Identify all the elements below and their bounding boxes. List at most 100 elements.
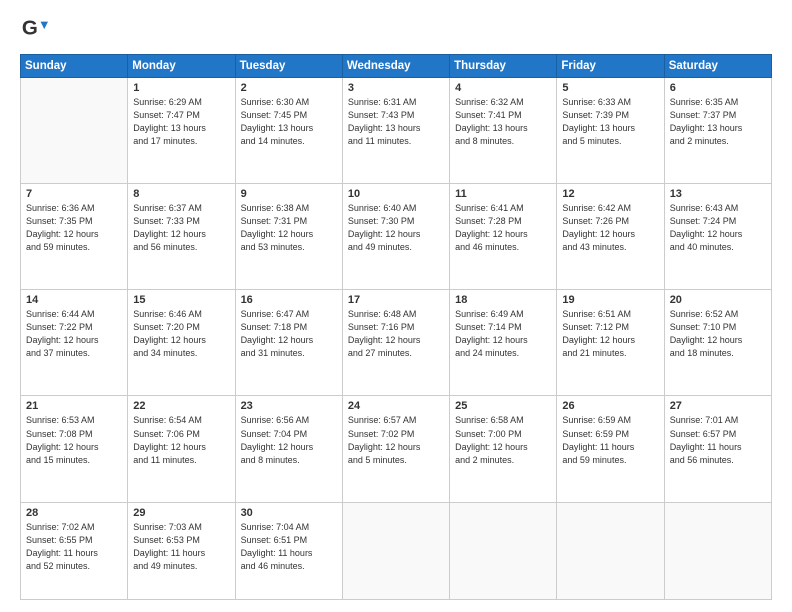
page: G SundayMondayTuesdayWednesdayThursdayFr… <box>0 0 792 612</box>
calendar-cell: 29 Sunrise: 7:03 AM Sunset: 6:53 PM Dayli… <box>128 502 235 599</box>
cell-content: Sunrise: 6:30 AM Sunset: 7:45 PM Dayligh… <box>241 96 337 148</box>
calendar-cell: 15Sunrise: 6:46 AM Sunset: 7:20 PM Dayli… <box>128 290 235 396</box>
col-header-tuesday: Tuesday <box>235 55 342 78</box>
day-number: 4 <box>455 82 551 94</box>
col-header-wednesday: Wednesday <box>342 55 449 78</box>
calendar-cell: 3 Sunrise: 6:31 AM Sunset: 7:43 PM Daylig… <box>342 78 449 184</box>
cell-content: Sunrise: 6:33 AM Sunset: 7:39 PM Dayligh… <box>562 96 658 148</box>
calendar-cell: 21 Sunrise: 6:53 AM Sunset: 7:08 PM Dayli… <box>21 396 128 502</box>
calendar-cell: 13 Sunrise: 6:43 AM Sunset: 7:24 PM Dayli… <box>664 184 771 290</box>
day-number: 29 <box>133 507 229 519</box>
col-header-sunday: Sunday <box>21 55 128 78</box>
calendar-cell: 24 Sunrise: 6:57 AM Sunset: 7:02 PM Dayli… <box>342 396 449 502</box>
calendar-header-row: SundayMondayTuesdayWednesdayThursdayFrid… <box>21 55 772 78</box>
calendar-cell: 6 Sunrise: 6:35 AM Sunset: 7:37 PM Daylig… <box>664 78 771 184</box>
day-number: 18 <box>455 294 551 306</box>
cell-content: Sunrise: 6:42 AM Sunset: 7:26 PM Dayligh… <box>562 202 658 254</box>
calendar-week-1: 1 Sunrise: 6:29 AM Sunset: 7:47 PM Daylig… <box>21 78 772 184</box>
cell-content: Sunrise: 6:49 AM Sunset: 7:14 PM Dayligh… <box>455 308 551 360</box>
cell-content: Sunrise: 6:52 AM Sunset: 7:10 PM Dayligh… <box>670 308 766 360</box>
day-number: 12 <box>562 188 658 200</box>
day-number: 22 <box>133 400 229 412</box>
calendar-cell: 19 Sunrise: 6:51 AM Sunset: 7:12 PM Dayli… <box>557 290 664 396</box>
header: G <box>20 16 772 44</box>
calendar-cell: 17Sunrise: 6:48 AM Sunset: 7:16 PM Dayli… <box>342 290 449 396</box>
calendar-cell: 25 Sunrise: 6:58 AM Sunset: 7:00 PM Dayli… <box>450 396 557 502</box>
calendar-cell <box>450 502 557 599</box>
cell-content: Sunrise: 6:36 AM Sunset: 7:35 PM Dayligh… <box>26 202 122 254</box>
cell-content: Sunrise: 6:56 AM Sunset: 7:04 PM Dayligh… <box>241 414 337 466</box>
day-number: 26 <box>562 400 658 412</box>
calendar-table: SundayMondayTuesdayWednesdayThursdayFrid… <box>20 54 772 600</box>
cell-content: Sunrise: 6:48 AM Sunset: 7:16 PM Dayligh… <box>348 308 444 360</box>
cell-content: Sunrise: 7:03 AM Sunset: 6:53 PM Dayligh… <box>133 521 229 573</box>
cell-content: Sunrise: 6:58 AM Sunset: 7:00 PM Dayligh… <box>455 414 551 466</box>
day-number: 21 <box>26 400 122 412</box>
calendar-cell: 1 Sunrise: 6:29 AM Sunset: 7:47 PM Daylig… <box>128 78 235 184</box>
col-header-thursday: Thursday <box>450 55 557 78</box>
cell-content: Sunrise: 6:59 AM Sunset: 6:59 PM Dayligh… <box>562 414 658 466</box>
cell-content: Sunrise: 6:51 AM Sunset: 7:12 PM Dayligh… <box>562 308 658 360</box>
day-number: 8 <box>133 188 229 200</box>
day-number: 9 <box>241 188 337 200</box>
calendar-cell: 27Sunrise: 7:01 AM Sunset: 6:57 PM Dayli… <box>664 396 771 502</box>
calendar-week-2: 7 Sunrise: 6:36 AM Sunset: 7:35 PM Daylig… <box>21 184 772 290</box>
cell-content: Sunrise: 6:53 AM Sunset: 7:08 PM Dayligh… <box>26 414 122 466</box>
cell-content: Sunrise: 6:47 AM Sunset: 7:18 PM Dayligh… <box>241 308 337 360</box>
day-number: 19 <box>562 294 658 306</box>
day-number: 3 <box>348 82 444 94</box>
col-header-saturday: Saturday <box>664 55 771 78</box>
col-header-monday: Monday <box>128 55 235 78</box>
day-number: 10 <box>348 188 444 200</box>
cell-content: Sunrise: 6:32 AM Sunset: 7:41 PM Dayligh… <box>455 96 551 148</box>
day-number: 1 <box>133 82 229 94</box>
calendar-cell: 9 Sunrise: 6:38 AM Sunset: 7:31 PM Daylig… <box>235 184 342 290</box>
calendar-cell <box>557 502 664 599</box>
cell-content: Sunrise: 6:38 AM Sunset: 7:31 PM Dayligh… <box>241 202 337 254</box>
calendar-cell: 7 Sunrise: 6:36 AM Sunset: 7:35 PM Daylig… <box>21 184 128 290</box>
cell-content: Sunrise: 6:29 AM Sunset: 7:47 PM Dayligh… <box>133 96 229 148</box>
calendar-cell: 5 Sunrise: 6:33 AM Sunset: 7:39 PM Daylig… <box>557 78 664 184</box>
calendar-cell: 2 Sunrise: 6:30 AM Sunset: 7:45 PM Daylig… <box>235 78 342 184</box>
cell-content: Sunrise: 6:54 AM Sunset: 7:06 PM Dayligh… <box>133 414 229 466</box>
cell-content: Sunrise: 6:44 AM Sunset: 7:22 PM Dayligh… <box>26 308 122 360</box>
day-number: 11 <box>455 188 551 200</box>
day-number: 28 <box>26 507 122 519</box>
day-number: 7 <box>26 188 122 200</box>
cell-content: Sunrise: 6:43 AM Sunset: 7:24 PM Dayligh… <box>670 202 766 254</box>
day-number: 15 <box>133 294 229 306</box>
cell-content: Sunrise: 7:02 AM Sunset: 6:55 PM Dayligh… <box>26 521 122 573</box>
logo-icon: G <box>20 16 48 44</box>
day-number: 2 <box>241 82 337 94</box>
calendar-cell: 8 Sunrise: 6:37 AM Sunset: 7:33 PM Daylig… <box>128 184 235 290</box>
day-number: 24 <box>348 400 444 412</box>
day-number: 5 <box>562 82 658 94</box>
calendar-cell: 18 Sunrise: 6:49 AM Sunset: 7:14 PM Dayli… <box>450 290 557 396</box>
day-number: 16 <box>241 294 337 306</box>
col-header-friday: Friday <box>557 55 664 78</box>
day-number: 13 <box>670 188 766 200</box>
cell-content: Sunrise: 6:31 AM Sunset: 7:43 PM Dayligh… <box>348 96 444 148</box>
calendar-cell <box>21 78 128 184</box>
cell-content: Sunrise: 6:57 AM Sunset: 7:02 PM Dayligh… <box>348 414 444 466</box>
calendar-cell <box>664 502 771 599</box>
calendar-cell: 22 Sunrise: 6:54 AM Sunset: 7:06 PM Dayli… <box>128 396 235 502</box>
cell-content: Sunrise: 7:04 AM Sunset: 6:51 PM Dayligh… <box>241 521 337 573</box>
calendar-cell: 16 Sunrise: 6:47 AM Sunset: 7:18 PM Dayli… <box>235 290 342 396</box>
day-number: 20 <box>670 294 766 306</box>
calendar-cell: 20 Sunrise: 6:52 AM Sunset: 7:10 PM Dayli… <box>664 290 771 396</box>
calendar-cell: 12 Sunrise: 6:42 AM Sunset: 7:26 PM Dayli… <box>557 184 664 290</box>
cell-content: Sunrise: 6:35 AM Sunset: 7:37 PM Dayligh… <box>670 96 766 148</box>
cell-content: Sunrise: 6:37 AM Sunset: 7:33 PM Dayligh… <box>133 202 229 254</box>
calendar-week-3: 14 Sunrise: 6:44 AM Sunset: 7:22 PM Dayli… <box>21 290 772 396</box>
calendar-cell: 28 Sunrise: 7:02 AM Sunset: 6:55 PM Dayli… <box>21 502 128 599</box>
day-number: 25 <box>455 400 551 412</box>
calendar-week-4: 21 Sunrise: 6:53 AM Sunset: 7:08 PM Dayli… <box>21 396 772 502</box>
calendar-cell: 11Sunrise: 6:41 AM Sunset: 7:28 PM Dayli… <box>450 184 557 290</box>
day-number: 6 <box>670 82 766 94</box>
cell-content: Sunrise: 7:01 AM Sunset: 6:57 PM Dayligh… <box>670 414 766 466</box>
calendar-cell: 4 Sunrise: 6:32 AM Sunset: 7:41 PM Daylig… <box>450 78 557 184</box>
calendar-cell: 30Sunrise: 7:04 AM Sunset: 6:51 PM Dayli… <box>235 502 342 599</box>
day-number: 23 <box>241 400 337 412</box>
day-number: 14 <box>26 294 122 306</box>
